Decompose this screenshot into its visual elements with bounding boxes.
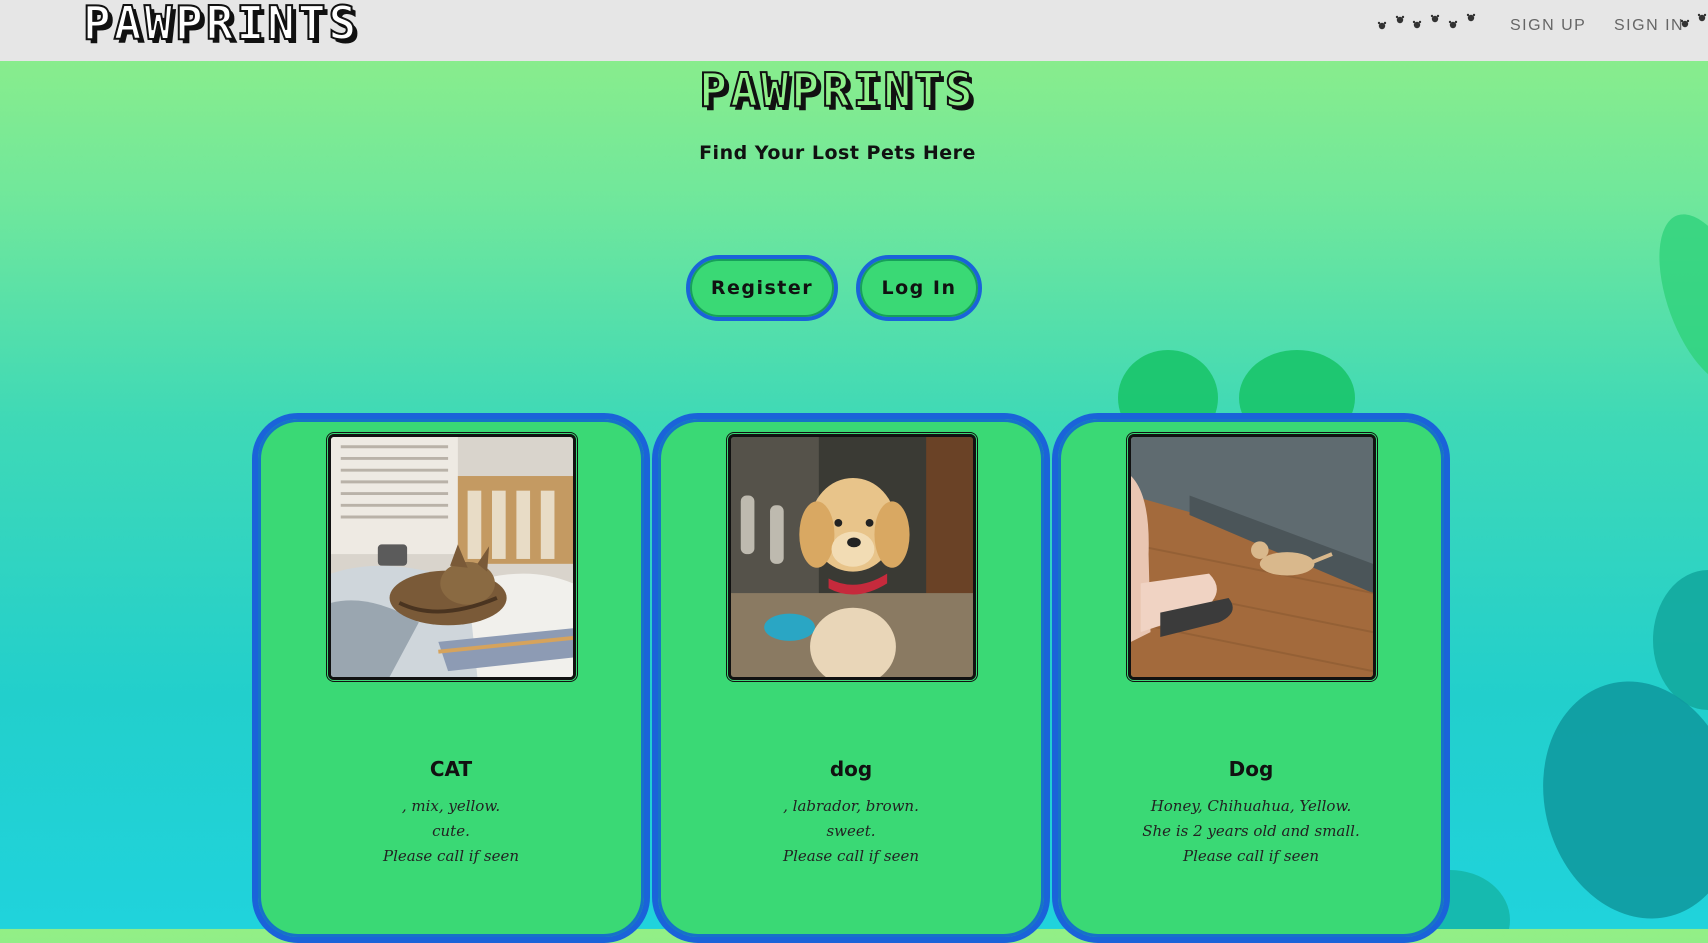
top-navbar: PAWPRINTS SIGN UP SIGN IN	[0, 0, 1708, 61]
pet-description-line: Please call if seen	[783, 847, 919, 865]
pet-description-line: Honey, Chihuahua, Yellow.	[1150, 797, 1352, 815]
pet-description-line: , labrador, brown.	[783, 797, 919, 815]
log-in-button[interactable]: Log In	[856, 255, 982, 321]
pet-description-line: Please call if seen	[383, 847, 519, 865]
pet-description-line: sweet.	[826, 822, 876, 840]
nav-sign-in-link[interactable]: SIGN IN	[1614, 17, 1684, 35]
paw-trail-end-icon	[1680, 13, 1707, 28]
pet-name: CAT	[429, 757, 473, 781]
pet-card[interactable]: dog , labrador, brown. sweet. Please cal…	[652, 413, 1050, 943]
pet-description: , labrador, brown. sweet. Please call if…	[658, 794, 1044, 869]
pet-description-line: Please call if seen	[1183, 847, 1319, 865]
pet-name: dog	[829, 757, 873, 781]
hero-subtitle: Find Your Lost Pets Here	[699, 142, 976, 164]
navbar-logo[interactable]: PAWPRINTS	[82, 0, 359, 51]
nav-sign-up-link[interactable]: SIGN UP	[1510, 17, 1586, 35]
pet-description: , mix, yellow. cute. Please call if seen	[258, 794, 644, 869]
pet-description-line: , mix, yellow.	[401, 797, 501, 815]
small-dog-photo	[1128, 434, 1376, 680]
paw-trail-icon	[1377, 13, 1476, 30]
register-button[interactable]: Register	[686, 255, 838, 321]
pet-card[interactable]: CAT , mix, yellow. cute. Please call if …	[252, 413, 650, 943]
pet-name: Dog	[1228, 757, 1274, 781]
pet-card[interactable]: Dog Honey, Chihuahua, Yellow. She is 2 y…	[1052, 413, 1450, 943]
pet-description: Honey, Chihuahua, Yellow. She is 2 years…	[1058, 794, 1444, 869]
puppy-photo	[728, 434, 976, 680]
hero-title: PAWPRINTS	[698, 62, 976, 118]
cat-photo	[328, 434, 576, 680]
pet-description-line: She is 2 years old and small.	[1142, 822, 1360, 840]
pet-description-line: cute.	[432, 822, 470, 840]
